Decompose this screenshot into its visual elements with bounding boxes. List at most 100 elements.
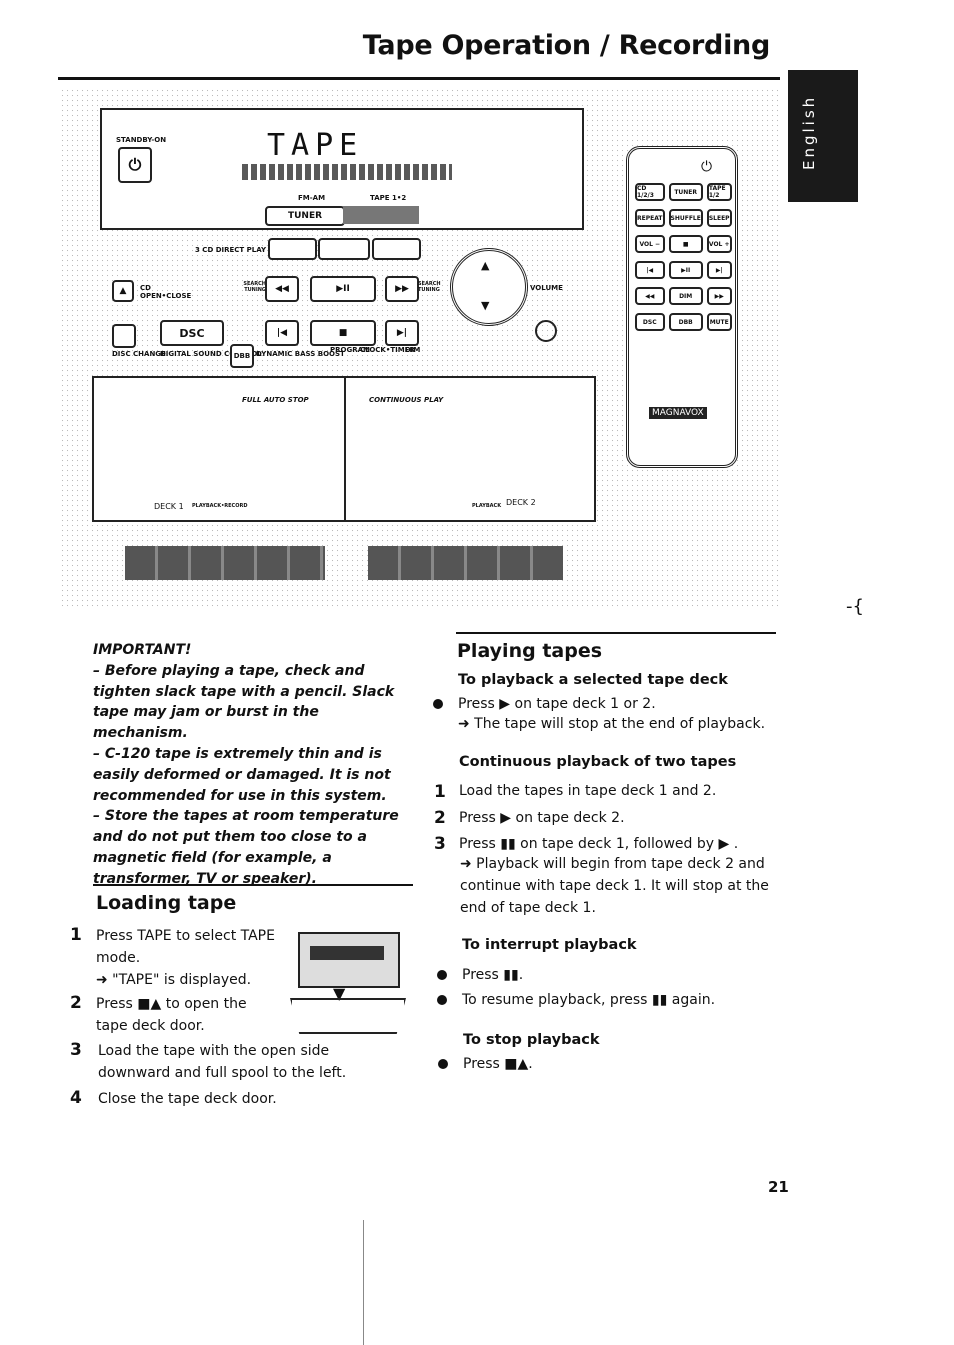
important-item: – C-120 tape is extremely thin and is ea… — [93, 745, 391, 804]
display-panel: STANDBY-ON ⏻ TAPE FM-AM TAPE 1•2 TUNER — [100, 108, 584, 230]
tuner-button: TUNER — [265, 206, 345, 226]
step-4: Close the tape deck door. — [98, 1091, 277, 1107]
forward-icon: ▶▶ — [385, 276, 419, 302]
step-number: 3 — [70, 1040, 82, 1060]
page-title: Tape Operation / Recording — [362, 30, 771, 61]
display-text: TAPE — [267, 128, 364, 163]
remote-button: ◀◀ — [635, 287, 665, 305]
disc-change-button — [112, 324, 136, 348]
fold-line — [363, 1220, 364, 1345]
remote-brand-logo: MAGNAVOX — [649, 407, 707, 419]
instruction: Press ▶ on tape deck 2. — [459, 810, 625, 826]
remote-button: TAPE 1/2 — [706, 183, 732, 201]
tape-decks: FULL AUTO STOP CONTINUOUS PLAY DECK 1 PL… — [92, 376, 596, 522]
subsection-title: To interrupt playback — [462, 937, 637, 953]
important-box: IMPORTANT! – Before playing a tape, chec… — [93, 640, 413, 890]
stop-icon: ■ — [310, 320, 376, 346]
remote-button: SHUFFLE — [668, 209, 703, 227]
prev-icon: |◀ — [265, 320, 299, 346]
deck1-label: DECK 1 — [154, 502, 184, 511]
instruction: Press ▶ on tape deck 1 or 2. — [458, 696, 656, 712]
subsection-title: To playback a selected tape deck — [458, 672, 728, 688]
disc-change-label: DISC CHANGE — [112, 350, 166, 358]
title-rule — [58, 77, 780, 80]
instruction: To resume playback, press ▮▮ again. — [462, 992, 716, 1008]
tape-window — [125, 546, 325, 580]
important-item: – Before playing a tape, check and tight… — [93, 662, 395, 742]
headphone-jack-icon — [535, 320, 557, 342]
instruction: Press ▮▮ on tape deck 1, followed by ▶ . — [459, 836, 739, 852]
volume-label: VOLUME — [530, 284, 563, 292]
bullet — [438, 1059, 448, 1069]
playing-heading: Playing tapes — [457, 640, 603, 662]
power-icon: ⏻ — [118, 147, 152, 183]
bullet — [433, 699, 443, 709]
cassette-loading-illustration: ▼ — [288, 928, 408, 1034]
cd1-button: CD 1 — [268, 238, 317, 260]
remote-button: ▶| — [706, 261, 732, 279]
standby-label: STANDBY-ON — [116, 136, 167, 144]
remote-button: ▶II — [668, 261, 703, 279]
bullet — [437, 995, 447, 1005]
remote-button: DSC — [635, 313, 665, 331]
margin-mark: -{ — [846, 596, 864, 617]
remote-button: VOL − — [635, 235, 665, 253]
next-icon: ▶| — [385, 320, 419, 346]
remote-button: DIM — [668, 287, 703, 305]
dbb-button: DBB — [230, 344, 254, 368]
open-close-label: OPEN•CLOSE — [140, 292, 192, 300]
step-3: Load the tape with the open side downwar… — [98, 1043, 347, 1081]
remote-button: VOL + — [706, 235, 732, 253]
step-2: Press ■▲ to open the tape deck door. — [96, 996, 247, 1034]
tape-button — [343, 206, 419, 224]
remote-button: REPEAT — [635, 209, 665, 227]
cd-label: CD — [140, 284, 151, 292]
step-number: 4 — [70, 1088, 82, 1108]
bullet — [437, 970, 447, 980]
remote-button: TUNER — [668, 183, 703, 201]
cd2-button: CD 2 — [318, 238, 370, 260]
rewind-icon: ◀◀ — [265, 276, 299, 302]
section-rule — [93, 884, 413, 886]
remote-button: CD 1/2/3 — [635, 183, 665, 201]
deck2-label: DECK 2 — [506, 498, 536, 507]
stereo-illustration: STANDBY-ON ⏻ TAPE FM-AM TAPE 1•2 TUNER 3… — [60, 88, 778, 608]
instruction: Load the tapes in tape deck 1 and 2. — [459, 783, 717, 799]
instruction: Press ■▲. — [463, 1056, 533, 1072]
result-note: ➜ Playback will begin from tape deck 2 a… — [460, 856, 769, 916]
deck1-sublabel: PLAYBACK•RECORD — [192, 503, 248, 509]
cd3-button: CD 3 — [372, 238, 421, 260]
remote-button: DBB — [668, 313, 703, 331]
full-auto-stop-label: FULL AUTO STOP — [242, 396, 309, 404]
dim-label: DIM — [405, 346, 421, 354]
cd-direct-label: 3 CD DIRECT PLAY — [195, 246, 267, 254]
loading-heading: Loading tape — [96, 892, 237, 914]
search-tuning-label-right: SEARCH TUNING — [418, 281, 441, 293]
instruction: Press ▮▮. — [462, 967, 524, 983]
display-segments — [242, 164, 452, 180]
step-number: 1 — [70, 925, 82, 945]
tape-window — [368, 546, 563, 580]
tape-label: TAPE 1•2 — [370, 194, 407, 202]
language-label: English — [800, 94, 818, 170]
volume-knob: ▲ ▼ — [450, 248, 528, 326]
remote-button: |◀ — [635, 261, 665, 279]
section-rule — [456, 632, 776, 634]
eject-icon: ▲ — [112, 280, 134, 302]
remote-control: ⏻ CD 1/2/3 TUNER TAPE 1/2 REPEAT SHUFFLE SLEE… — [626, 146, 738, 468]
search-tuning-label-left: SEARCH TUNING — [243, 281, 266, 293]
deck2-sublabel: PLAYBACK — [472, 503, 502, 509]
important-item: – Store the tapes at room temperature an… — [93, 808, 399, 887]
step-number: 2 — [70, 993, 82, 1013]
subsection-title: Continuous playback of two tapes — [459, 754, 737, 770]
page-number: 21 — [768, 1178, 789, 1196]
remote-button: MUTE — [706, 313, 732, 331]
step-1: Press TAPE to select TAPE mode. ➜ "TAPE" … — [96, 928, 275, 988]
result-note: ➜ The tape will stop at the end of playb… — [458, 716, 766, 732]
continuous-play-label: CONTINUOUS PLAY — [369, 396, 444, 404]
important-heading: IMPORTANT! — [93, 642, 192, 658]
fm-am-label: FM-AM — [298, 194, 326, 202]
subsection-title: To stop playback — [463, 1032, 600, 1048]
dsc-button: DSC — [160, 320, 224, 346]
language-tab: English — [788, 70, 858, 202]
